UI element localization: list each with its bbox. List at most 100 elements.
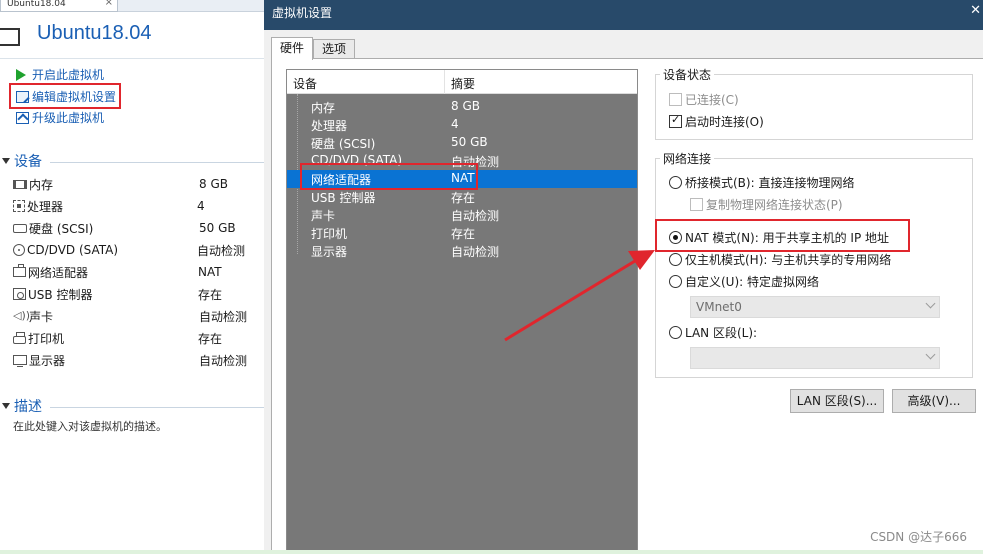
row-device-name: 显示器 [311, 245, 348, 259]
lan-segment-radio[interactable] [669, 326, 682, 339]
screenshot-frame-bottom [0, 550, 983, 554]
row-summary: 自动检测 [451, 209, 500, 223]
replicate-state-row[interactable]: 复制物理网络连接状态(P) [690, 196, 843, 213]
device-value: 50 GB [199, 221, 236, 235]
play-icon [16, 69, 26, 81]
connected-label: 已连接(C) [685, 93, 739, 107]
custom-network-select[interactable]: VMnet0 [690, 296, 940, 318]
device-row-memory[interactable]: 内存 8 GB [13, 173, 253, 195]
device-name: CD/DVD (SATA) [27, 243, 119, 257]
vm-tab-strip: Ubuntu18.04 × [0, 0, 264, 12]
memory-icon [13, 179, 27, 189]
bridged-radio-row[interactable]: 桥接模式(B): 直接连接物理网络 [669, 174, 854, 191]
device-name: 处理器 [27, 199, 64, 214]
upgrade-link[interactable]: 升级此虚拟机 [16, 109, 104, 127]
device-row-hard-disk[interactable]: 硬盘 (SCSI) 50 GB [13, 217, 253, 239]
custom-radio-row[interactable]: 自定义(U): 特定虚拟网络 [669, 273, 819, 290]
description-text[interactable]: 在此处键入对该虚拟机的描述。 [13, 418, 167, 434]
lan-segment-radio-row[interactable]: LAN 区段(L): [669, 324, 757, 341]
list-row-processor[interactable]: 处理器 4 [287, 116, 637, 134]
tab-close-icon[interactable]: × [105, 0, 113, 8]
dialog-titlebar[interactable]: 虚拟机设置 ✕ [264, 0, 983, 30]
list-row-memory[interactable]: 内存 8 GB [287, 98, 637, 116]
device-name: 硬盘 (SCSI) [29, 221, 94, 236]
cd-dvd-icon [13, 244, 25, 256]
network-connection-legend: 网络连接 [660, 150, 715, 167]
vm-title-bar: Ubuntu18.04 [0, 20, 264, 54]
device-row-usb-controller[interactable]: USB 控制器 存在 [13, 283, 253, 305]
lan-segment-select[interactable] [690, 347, 940, 369]
device-row-printer[interactable]: 打印机 存在 [13, 327, 253, 349]
row-device-name: 硬盘 (SCSI) [311, 137, 376, 151]
connected-checkbox[interactable] [669, 93, 682, 106]
list-row-printer[interactable]: 打印机 存在 [287, 224, 637, 242]
network-adapter-icon [13, 264, 26, 277]
device-row-network-adapter[interactable]: 网络适配器 NAT [13, 261, 253, 283]
row-summary: 4 [451, 117, 459, 131]
device-value: 4 [197, 199, 205, 213]
collapse-triangle-icon [2, 158, 10, 164]
sound-card-icon: ◁)) [13, 309, 31, 322]
hardware-device-list[interactable]: 设备 摘要 内存 8 GB 处理器 4 硬盘 (SCSI) 50 GB CD/D… [286, 69, 638, 551]
power-on-link[interactable]: 开启此虚拟机 [16, 66, 104, 84]
lan-segments-button[interactable]: LAN 区段(S)... [790, 389, 884, 413]
device-list-header: 设备 摘要 [287, 70, 637, 94]
hard-disk-icon [13, 223, 27, 233]
device-name: 显示器 [29, 353, 66, 368]
device-status-legend: 设备状态 [660, 66, 715, 83]
upgrade-icon [16, 112, 29, 124]
host-only-radio-row[interactable]: 仅主机模式(H): 与主机共享的专用网络 [669, 251, 891, 268]
connect-at-power-on-checkbox[interactable] [669, 113, 682, 128]
devices-section-header[interactable]: 设备 [2, 152, 42, 170]
usb-controller-icon [13, 288, 26, 300]
column-header-summary[interactable]: 摘要 [451, 75, 475, 92]
list-row-sound-card[interactable]: 声卡 自动检测 [287, 206, 637, 224]
chevron-down-icon [925, 298, 936, 309]
bridged-label: 桥接模式(B): 直接连接物理网络 [685, 176, 855, 190]
device-value: 存在 [198, 331, 223, 346]
connected-checkbox-row[interactable]: 已连接(C) [669, 91, 739, 108]
device-name: 内存 [29, 177, 54, 192]
list-row-usb-controller[interactable]: USB 控制器 存在 [287, 188, 637, 206]
devices-divider [50, 162, 264, 163]
description-section-header[interactable]: 描述 [2, 397, 42, 415]
device-row-sound-card[interactable]: ◁)) 声卡 自动检测 [13, 305, 253, 327]
dialog-tabs: 硬件 选项 [271, 37, 356, 60]
custom-radio[interactable] [669, 275, 682, 288]
custom-label: 自定义(U): 特定虚拟网络 [685, 275, 820, 289]
network-row-highlight [300, 163, 478, 190]
list-row-display[interactable]: 显示器 自动检测 [287, 242, 637, 260]
list-row-hard-disk[interactable]: 硬盘 (SCSI) 50 GB [287, 134, 637, 152]
devices-header-label: 设备 [14, 154, 42, 170]
tab-options[interactable]: 选项 [313, 39, 356, 59]
close-icon[interactable]: ✕ [970, 3, 981, 18]
replicate-state-label: 复制物理网络连接状态(P) [706, 198, 843, 212]
nat-highlight [655, 219, 910, 252]
host-only-label: 仅主机模式(H): 与主机共享的专用网络 [685, 253, 892, 267]
power-on-label: 开启此虚拟机 [32, 68, 105, 82]
device-row-processor[interactable]: 处理器 4 [13, 195, 253, 217]
column-header-device[interactable]: 设备 [293, 75, 317, 92]
device-value: 存在 [198, 287, 223, 302]
custom-network-value: VMnet0 [696, 300, 742, 314]
row-summary: 存在 [451, 227, 476, 241]
device-row-display[interactable]: 显示器 自动检测 [13, 349, 253, 371]
lan-segment-label: LAN 区段(L): [685, 326, 758, 340]
vm-tab-label: Ubuntu18.04 [7, 0, 66, 9]
vm-title: Ubuntu18.04 [37, 22, 152, 44]
vm-summary-pane: Ubuntu18.04 × Ubuntu18.04 开启此虚拟机 编辑虚拟机设置… [0, 0, 264, 554]
tab-hardware[interactable]: 硬件 [271, 37, 314, 60]
watermark: CSDN @达子666 [870, 530, 967, 544]
description-divider [50, 407, 264, 408]
host-only-radio[interactable] [669, 253, 682, 266]
edit-settings-highlight [9, 83, 121, 109]
replicate-state-checkbox[interactable] [690, 198, 703, 211]
row-summary: 50 GB [451, 135, 488, 149]
device-name: 网络适配器 [28, 265, 89, 280]
connect-at-power-on-row[interactable]: 启动时连接(O) [669, 113, 764, 130]
device-name: 声卡 [29, 309, 54, 324]
device-row-cd-dvd[interactable]: CD/DVD (SATA) 自动检测 [13, 239, 253, 261]
advanced-button[interactable]: 高级(V)... [892, 389, 976, 413]
vm-tab[interactable]: Ubuntu18.04 × [0, 0, 118, 12]
bridged-radio[interactable] [669, 176, 682, 189]
